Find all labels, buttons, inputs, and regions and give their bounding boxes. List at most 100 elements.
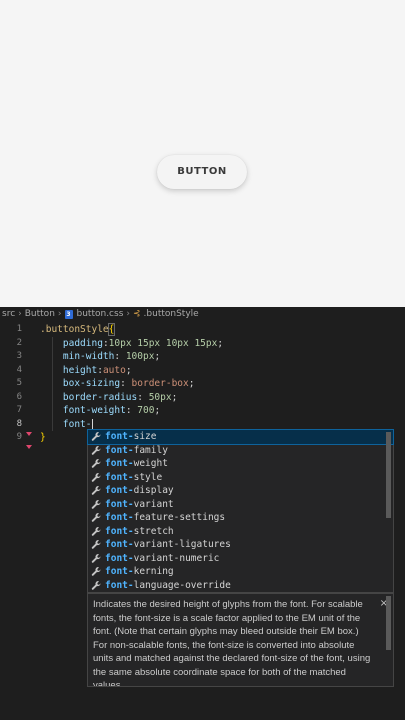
- line-number-gutter: 1 2 3 4 5 6 7 8 9: [0, 323, 26, 445]
- suggestion-item[interactable]: font-variant-numeric: [88, 552, 393, 566]
- colon: :: [137, 391, 149, 403]
- colon: :: [120, 378, 132, 389]
- property-wrench-icon: [91, 566, 102, 577]
- semicolon: ;: [154, 351, 161, 362]
- suggestion-match: font-: [105, 539, 134, 550]
- property-wrench-icon: [91, 512, 102, 523]
- semicolon: ;: [217, 337, 224, 349]
- code-line: box-sizing: border-box;: [40, 377, 400, 391]
- css-property: height: [62, 364, 98, 376]
- suggestion-label: variant-numeric: [133, 552, 220, 564]
- suggestion-label: style: [133, 471, 163, 483]
- preview-pane: BUTTON: [0, 0, 405, 307]
- suggestion-item[interactable]: font-stretch: [88, 525, 393, 539]
- suggestion-match: font-: [105, 566, 134, 577]
- suggestion-label: variant: [133, 498, 174, 510]
- semicolon: ;: [188, 378, 195, 389]
- css-value: 10px 15px 10px 15px: [108, 337, 218, 349]
- suggestion-label: size: [133, 431, 157, 442]
- css-value: 100px: [125, 351, 155, 362]
- line-number-active: 8: [16, 418, 22, 429]
- property-wrench-icon: [91, 431, 102, 442]
- suggestion-label: language-override: [133, 579, 231, 591]
- property-wrench-icon: [91, 445, 102, 456]
- code-line: .buttonStyle{: [40, 323, 400, 337]
- suggestion-label: display: [133, 485, 174, 496]
- css-value: 50px: [148, 391, 172, 403]
- breadcrumb-folder-button[interactable]: Button: [25, 309, 55, 319]
- suggestion-label: family: [133, 444, 168, 456]
- suggestion-item[interactable]: font-variant: [88, 498, 393, 512]
- demo-button[interactable]: BUTTON: [157, 155, 247, 189]
- docs-scrollbar[interactable]: [386, 596, 391, 650]
- suggestion-match: font-: [105, 485, 134, 496]
- css-property: font-weight: [62, 405, 126, 416]
- suggestion-label: stretch: [133, 525, 174, 537]
- css-property: box-sizing: [62, 378, 121, 389]
- line-number: 3: [16, 351, 22, 361]
- colon: :: [114, 351, 126, 362]
- close-brace: }: [40, 432, 46, 443]
- line-number: 1: [16, 324, 22, 334]
- fold-marker-icon[interactable]: [26, 432, 32, 436]
- suggestion-label: variant-ligatures: [133, 539, 231, 550]
- line-number: 9: [16, 432, 22, 442]
- suggestion-details: Indicates the desired height of glyphs f…: [87, 593, 394, 687]
- suggestion-match: font-: [105, 579, 134, 591]
- chevron-right-icon: ›: [57, 309, 62, 319]
- css-property: border-radius: [62, 391, 138, 403]
- semicolon: ;: [125, 364, 132, 376]
- suggestion-match: font-: [105, 498, 134, 510]
- suggestion-label: feature-settings: [133, 512, 226, 523]
- open-brace: {: [107, 323, 116, 336]
- breadcrumb-symbol[interactable]: .buttonStyle: [144, 309, 199, 319]
- semicolon: ;: [171, 391, 178, 403]
- code-line: border-radius: 50px;: [40, 391, 400, 405]
- suggest-scrollbar[interactable]: [386, 432, 391, 518]
- property-wrench-icon: [91, 553, 102, 564]
- suggestion-item[interactable]: font-feature-settings: [88, 511, 393, 525]
- typed-text: font-: [62, 418, 92, 430]
- line-number: 5: [16, 378, 22, 388]
- colon: :: [125, 405, 138, 416]
- suggestion-item[interactable]: font-size: [87, 429, 394, 445]
- property-wrench-icon: [91, 526, 102, 537]
- breadcrumb-folder-src[interactable]: src: [2, 309, 15, 319]
- css-property: min-width: [62, 351, 115, 362]
- suggestion-item[interactable]: font-language-override: [88, 579, 393, 593]
- suggestion-label: kerning: [133, 566, 174, 577]
- line-number: 2: [16, 337, 22, 348]
- code-area[interactable]: .buttonStyle{ padding: 10px 15px 10px 15p…: [40, 323, 400, 445]
- suggestion-match: font-: [105, 471, 134, 483]
- css-selector: .buttonStyle: [40, 324, 109, 335]
- css-value: border-box: [131, 378, 189, 389]
- css-property: padding: [62, 337, 103, 349]
- css-file-icon: 3: [64, 309, 73, 319]
- suggestion-match: font-: [105, 431, 134, 442]
- suggestion-label: weight: [133, 458, 168, 469]
- breadcrumb: src › Button › 3 button.css › ⊰ .buttonS…: [0, 307, 405, 321]
- suggestion-match: font-: [105, 525, 134, 537]
- breadcrumb-file[interactable]: button.css: [77, 309, 124, 319]
- css-value: 700: [137, 405, 155, 416]
- code-line: min-width: 100px;: [40, 350, 400, 364]
- suggestion-item[interactable]: font-weight: [88, 457, 393, 471]
- fold-marker-icon[interactable]: [26, 445, 32, 449]
- suggestion-item[interactable]: font-display: [88, 484, 393, 498]
- property-wrench-icon: [91, 499, 102, 510]
- suggestion-item[interactable]: font-kerning: [88, 565, 393, 579]
- line-number: 7: [16, 405, 22, 415]
- chevron-right-icon: ›: [126, 309, 130, 319]
- line-number: 4: [16, 364, 22, 375]
- suggestion-item[interactable]: font-family: [88, 444, 393, 458]
- code-line: font-weight: 700;: [40, 404, 400, 418]
- text-cursor: [91, 418, 93, 430]
- suggestion-item[interactable]: font-variant-ligatures: [88, 538, 393, 552]
- suggestion-item[interactable]: font-style: [88, 471, 393, 485]
- property-wrench-icon: [91, 580, 102, 591]
- property-wrench-icon: [91, 472, 102, 483]
- symbol-class-icon: ⊰: [133, 309, 141, 319]
- autocomplete-list[interactable]: font-size font-family font-weight font-styl…: [87, 429, 394, 593]
- property-wrench-icon: [91, 458, 102, 469]
- suggestion-match: font-: [105, 458, 134, 469]
